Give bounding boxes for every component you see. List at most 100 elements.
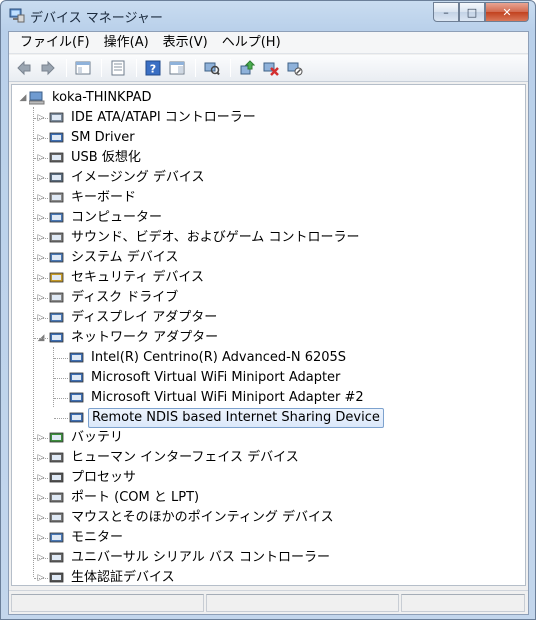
tree-connector xyxy=(34,178,48,179)
minimize-icon: – xyxy=(443,5,449,19)
menu-bar: ファイル(F) 操作(A) 表示(V) ヘルプ(H) xyxy=(9,32,528,54)
disable-icon xyxy=(287,62,303,76)
maximize-button[interactable]: □ xyxy=(459,2,485,22)
tree-row-category-after-2[interactable]: ▷ プロセッサ xyxy=(12,468,525,488)
disable-button[interactable] xyxy=(284,57,306,79)
tree-connector xyxy=(34,138,48,139)
tree-item-label: Microsoft Virtual WiFi Miniport Adapter … xyxy=(91,390,364,405)
tree-row-category-1[interactable]: ▷ SM Driver xyxy=(12,128,525,148)
tree-row-category-8[interactable]: ▷ セキュリティ デバイス xyxy=(12,268,525,288)
action-pane-icon xyxy=(169,61,185,75)
tree-connector xyxy=(34,278,48,279)
tree-connector xyxy=(34,338,48,339)
close-button[interactable]: ✕ xyxy=(485,2,529,22)
tree-connector xyxy=(34,438,48,439)
back-button[interactable] xyxy=(13,57,35,79)
device-category-icon xyxy=(49,332,64,343)
tree-row-category-5[interactable]: ▷ コンピューター xyxy=(12,208,525,228)
device-category-icon xyxy=(69,392,84,403)
tree-item-label: プロセッサ xyxy=(71,470,137,485)
status-pane-3 xyxy=(401,594,525,612)
device-category-icon xyxy=(69,412,84,423)
back-icon xyxy=(17,60,31,76)
device-category-icon xyxy=(49,572,64,583)
uninstall-button[interactable] xyxy=(260,57,282,79)
tree-connector xyxy=(54,378,68,379)
tree-row-category-3[interactable]: ▷ イメージング デバイス xyxy=(12,168,525,188)
tree-connector xyxy=(54,398,68,399)
tree-row-category-after-1[interactable]: ▷ ヒューマン インターフェイス デバイス xyxy=(12,448,525,468)
tree-connector xyxy=(34,118,48,119)
help-icon: ? xyxy=(145,60,161,76)
tree-row-category-after-3[interactable]: ▷ ポート (COM と LPT) xyxy=(12,488,525,508)
close-icon: ✕ xyxy=(502,5,512,19)
menu-action[interactable]: 操作(A) xyxy=(97,33,156,53)
tree-row-category-after-7[interactable]: ▷ 生体認証デバイス xyxy=(12,568,525,585)
tree-item-label: ディスプレイ アダプター xyxy=(71,310,218,325)
tree-row-network-adapter-0[interactable]: Intel(R) Centrino(R) Advanced-N 6205S xyxy=(12,348,525,368)
scan-hardware-button[interactable] xyxy=(201,57,223,79)
device-category-icon xyxy=(49,472,64,483)
device-category-icon xyxy=(49,132,64,143)
menu-view[interactable]: 表示(V) xyxy=(156,33,215,53)
minimize-button[interactable]: – xyxy=(433,2,459,22)
tree-item-label: ポート (COM と LPT) xyxy=(71,490,200,505)
tree-row-category-7[interactable]: ▷ システム デバイス xyxy=(12,248,525,268)
status-pane-1 xyxy=(11,594,204,612)
tree-row-category-4[interactable]: ▷ キーボード xyxy=(12,188,525,208)
tree-row-category-6[interactable]: ▷ サウンド、ビデオ、およびゲーム コントローラー xyxy=(12,228,525,248)
tree-connector xyxy=(34,578,48,579)
tree-item-label: システム デバイス xyxy=(71,250,179,265)
tree-row-category-11[interactable]: ◢ ネットワーク アダプター xyxy=(12,328,525,348)
tree-row-network-adapter-1[interactable]: Microsoft Virtual WiFi Miniport Adapter xyxy=(12,368,525,388)
tree-connector xyxy=(34,318,48,319)
toolbar: ? xyxy=(9,55,528,82)
help-button[interactable]: ? xyxy=(142,57,164,79)
tree-row-category-after-6[interactable]: ▷ ユニバーサル シリアル バス コントローラー xyxy=(12,548,525,568)
tree-item-label: セキュリティ デバイス xyxy=(71,270,204,285)
device-manager-window: デバイス マネージャー – □ ✕ ファイル(F) 操作(A) 表示(V) ヘル… xyxy=(0,0,536,620)
show-hide-tree-icon xyxy=(75,61,91,75)
collapse-icon[interactable]: ◢ xyxy=(18,93,28,103)
tree-connector xyxy=(34,558,48,559)
properties-button[interactable] xyxy=(107,57,129,79)
tree-row-network-adapter-2[interactable]: Microsoft Virtual WiFi Miniport Adapter … xyxy=(12,388,525,408)
tree-row-network-adapter-3[interactable]: Remote NDIS based Internet Sharing Devic… xyxy=(12,408,525,428)
title-bar[interactable]: デバイス マネージャー – □ ✕ xyxy=(1,1,535,31)
device-category-icon xyxy=(49,492,64,503)
tree-row-category-after-0[interactable]: ▷ バッテリ xyxy=(12,428,525,448)
tree-item-label-selected: Remote NDIS based Internet Sharing Devic… xyxy=(88,408,384,428)
device-category-icon xyxy=(49,432,64,443)
action-pane-button[interactable] xyxy=(166,57,188,79)
forward-icon xyxy=(41,60,55,76)
tree-connector xyxy=(34,238,48,239)
device-category-icon xyxy=(49,312,64,323)
menu-file[interactable]: ファイル(F) xyxy=(13,33,97,53)
tree-connector xyxy=(34,218,48,219)
tree-row-category-after-5[interactable]: ▷ モニター xyxy=(12,528,525,548)
tree-row-category-10[interactable]: ▷ ディスプレイ アダプター xyxy=(12,308,525,328)
svg-text:?: ? xyxy=(150,63,156,76)
show-hide-tree-button[interactable] xyxy=(72,57,94,79)
device-category-icon xyxy=(49,152,64,163)
tree-item-label: キーボード xyxy=(71,190,137,205)
maximize-icon: □ xyxy=(466,5,478,19)
tree-item-label: SM Driver xyxy=(71,130,135,145)
caption-buttons: – □ ✕ xyxy=(433,2,529,22)
status-pane-2 xyxy=(206,594,399,612)
tree-row-category-9[interactable]: ▷ ディスク ドライブ xyxy=(12,288,525,308)
tree-item-label: ユニバーサル シリアル バス コントローラー xyxy=(71,550,331,565)
tree-row-category-after-4[interactable]: ▷ マウスとそのほかのポインティング デバイス xyxy=(12,508,525,528)
tree-connector xyxy=(34,518,48,519)
tree-row-category-2[interactable]: ▷ USB 仮想化 xyxy=(12,148,525,168)
tree-root-row[interactable]: ◢ koka-THINKPAD xyxy=(12,88,525,108)
tree-item-label: バッテリ xyxy=(71,430,124,445)
forward-button[interactable] xyxy=(37,57,59,79)
device-category-icon xyxy=(49,272,64,283)
tree-item-label: サウンド、ビデオ、およびゲーム コントローラー xyxy=(71,230,360,245)
properties-icon xyxy=(111,60,125,76)
tree-item-label: モニター xyxy=(71,530,124,545)
menu-help[interactable]: ヘルプ(H) xyxy=(215,33,288,53)
update-driver-button[interactable] xyxy=(236,57,258,79)
tree-row-category-0[interactable]: ▷ IDE ATA/ATAPI コントローラー xyxy=(12,108,525,128)
